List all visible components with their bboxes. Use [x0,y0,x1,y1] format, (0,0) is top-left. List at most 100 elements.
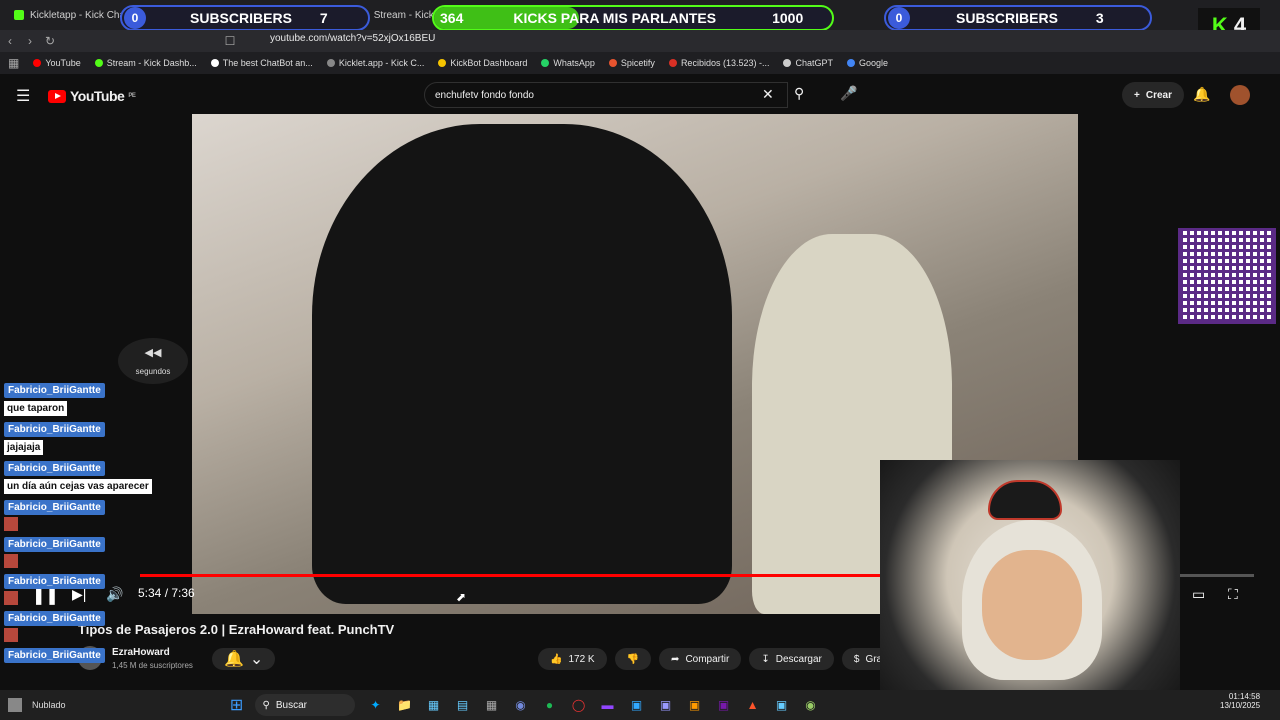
apps-grid-icon[interactable]: ▦ [8,56,19,70]
kicks-label: KICKS PARA MIS PARLANTES [513,10,717,26]
forward-icon[interactable]: › [20,34,40,48]
like-button[interactable]: 👍 172 K [538,648,607,670]
calculator-icon[interactable]: ▦ [481,694,503,716]
kicks-goal-value: 1000 [772,10,804,26]
chat-username: Fabricio_BriiGantte [4,648,105,663]
video-actions: 👍172 K 👎 ➦Compartir ↧Descargar $Gracias [538,648,912,670]
weather-label: Nublado [32,700,66,710]
chat-username: Fabricio_BriiGantte [4,422,105,437]
yape-qr-code [1178,228,1276,324]
photos-icon[interactable]: ▣ [771,694,793,716]
bookmark-item[interactable]: YouTube [33,58,81,68]
whatsapp-icon [541,59,550,67]
thumbs-up-icon: 👍 [550,653,563,665]
chat-emote-icon [4,554,18,568]
url-field[interactable]: youtube.com/watch?v=52xjOx16BEU [270,33,435,44]
gaming-chair [988,480,1062,520]
windows-start-icon[interactable]: ⊞ [226,694,248,716]
theater-mode-icon[interactable]: ▭ [1192,586,1205,603]
youtube-header: ☰ YouTube PE enchufetv fondo fondo ✕ ⚲ 🎤 … [0,76,1280,114]
download-button[interactable]: ↧ Descargar [749,648,834,670]
youtube-logo[interactable]: YouTube PE [48,88,136,104]
mic-icon[interactable]: 🎤 [840,85,857,102]
streamer-face [982,550,1082,660]
chat-text: que taparon [4,401,68,416]
bookmark-item[interactable]: KickBot Dashboard [438,58,527,68]
subscribers-label: SUBSCRIBERS [956,10,1058,26]
chat-username: Fabricio_BriiGantte [4,383,105,398]
subscribers-goal: 3 [1095,10,1104,26]
photoshop-icon[interactable]: ▣ [626,694,648,716]
clear-search-icon[interactable]: ✕ [762,86,774,103]
dislike-button[interactable]: 👎 [614,648,652,670]
bookmark-item[interactable]: WhatsApp [541,58,595,68]
spotify-icon[interactable]: ● [539,694,561,716]
notifications-bell-icon[interactable]: 🔔 [1193,86,1210,103]
reload-icon[interactable]: ↻ [40,34,60,48]
bookmark-item[interactable]: Kicklet.app - Kick C... [326,58,424,68]
bookmark-item[interactable]: Stream - Kick Dashb... [94,58,197,68]
screen: { "browser": { "tabs": [ {"label": "Kick… [0,0,1280,720]
twitch-icon[interactable]: ▬ [597,694,619,716]
chat-username: Fabricio_BriiGantte [4,574,105,589]
bookmark-item[interactable]: Recibidos (13.523) -... [668,58,769,68]
notepad-icon[interactable]: ▤ [452,694,474,716]
bookmark-item[interactable]: ChatGPT [783,58,833,68]
video-frame-person [312,124,732,604]
chatbot-icon [210,59,219,67]
chat-text: un día aún cejas vas aparecer [4,479,152,494]
chat-message: Fabricio_BriiGantte [4,497,184,531]
bookmark-item[interactable]: The best ChatBot an... [210,58,313,68]
clock-time: 01:14:58 [1228,692,1261,701]
share-button[interactable]: ➦ Compartir [659,648,742,670]
file-explorer-icon[interactable]: 📁 [394,694,416,716]
bookmark-icon[interactable]: ☐ [220,34,240,48]
create-button[interactable]: + Crear [1122,82,1184,108]
chat-emote-icon [4,591,18,605]
kicklet-icon [326,59,335,67]
thumbs-down-icon: 👎 [626,653,640,665]
search-icon[interactable]: ⚲ [794,85,804,102]
gmail-icon [668,59,677,67]
google-icon [847,59,855,67]
store-icon[interactable]: ▦ [423,694,445,716]
avatar[interactable] [1230,85,1250,105]
bookmark-item[interactable]: Google [847,58,888,68]
opera-icon[interactable]: ◯ [568,694,590,716]
bookmark-item[interactable]: Spicetify [608,58,655,68]
discord-icon[interactable]: ◉ [510,694,532,716]
search-icon: ⚲ [262,699,270,711]
chat-message: Fabricio_BriiGantte jajajaja [4,419,184,455]
search-input[interactable]: enchufetv fondo fondo [424,82,788,108]
taskbar-search[interactable]: ⚲ Buscar [254,694,355,716]
premiere-icon[interactable]: ▣ [655,694,677,716]
subscribers-label: SUBSCRIBERS [190,10,292,26]
subscribers-goal-right: 0 SUBSCRIBERS 3 [884,5,1152,31]
copilot-icon[interactable]: ✦ [365,694,387,716]
chat-username: Fabricio_BriiGantte [4,537,105,552]
clock: 01:14:58 13/10/2025 [1220,692,1260,710]
rewind-icon: ◀◀ [144,347,162,359]
chat-message: Fabricio_BriiGantte [4,645,184,663]
windows-taskbar: Nublado ⊞ ⚲ Buscar ✦ 📁 ▦ ▤ ▦ ◉ ● ◯ ▬ ▣ ▣ … [0,690,1280,720]
chat-username: Fabricio_BriiGantte [4,500,105,515]
back-icon[interactable]: ‹ [0,34,20,48]
video-progress-fill [140,574,957,577]
bell-icon: 🔔 [224,651,244,668]
chat-overlay: Fabricio_BriiGantte que taparon Fabricio_… [4,380,184,666]
illustrator-icon[interactable]: ▣ [684,694,706,716]
brave-icon[interactable]: ▲ [742,694,764,716]
fullscreen-icon[interactable]: ⛶ [1228,586,1238,603]
spicetify-icon [608,59,617,67]
chat-message: Fabricio_BriiGantte [4,608,184,642]
onenote-icon[interactable]: ▣ [713,694,735,716]
kick-icon [94,59,103,67]
subscription-bell-button[interactable]: 🔔 ⌄ [212,648,276,670]
subscribers-count: 0 [888,7,910,29]
menu-icon[interactable]: ☰ [16,86,30,106]
subscribers-goal: 7 [319,10,328,26]
weather-icon [8,698,22,712]
obs-icon[interactable]: ◉ [800,694,822,716]
chat-text: jajajaja [4,440,44,455]
clock-date: 13/10/2025 [1220,701,1261,710]
